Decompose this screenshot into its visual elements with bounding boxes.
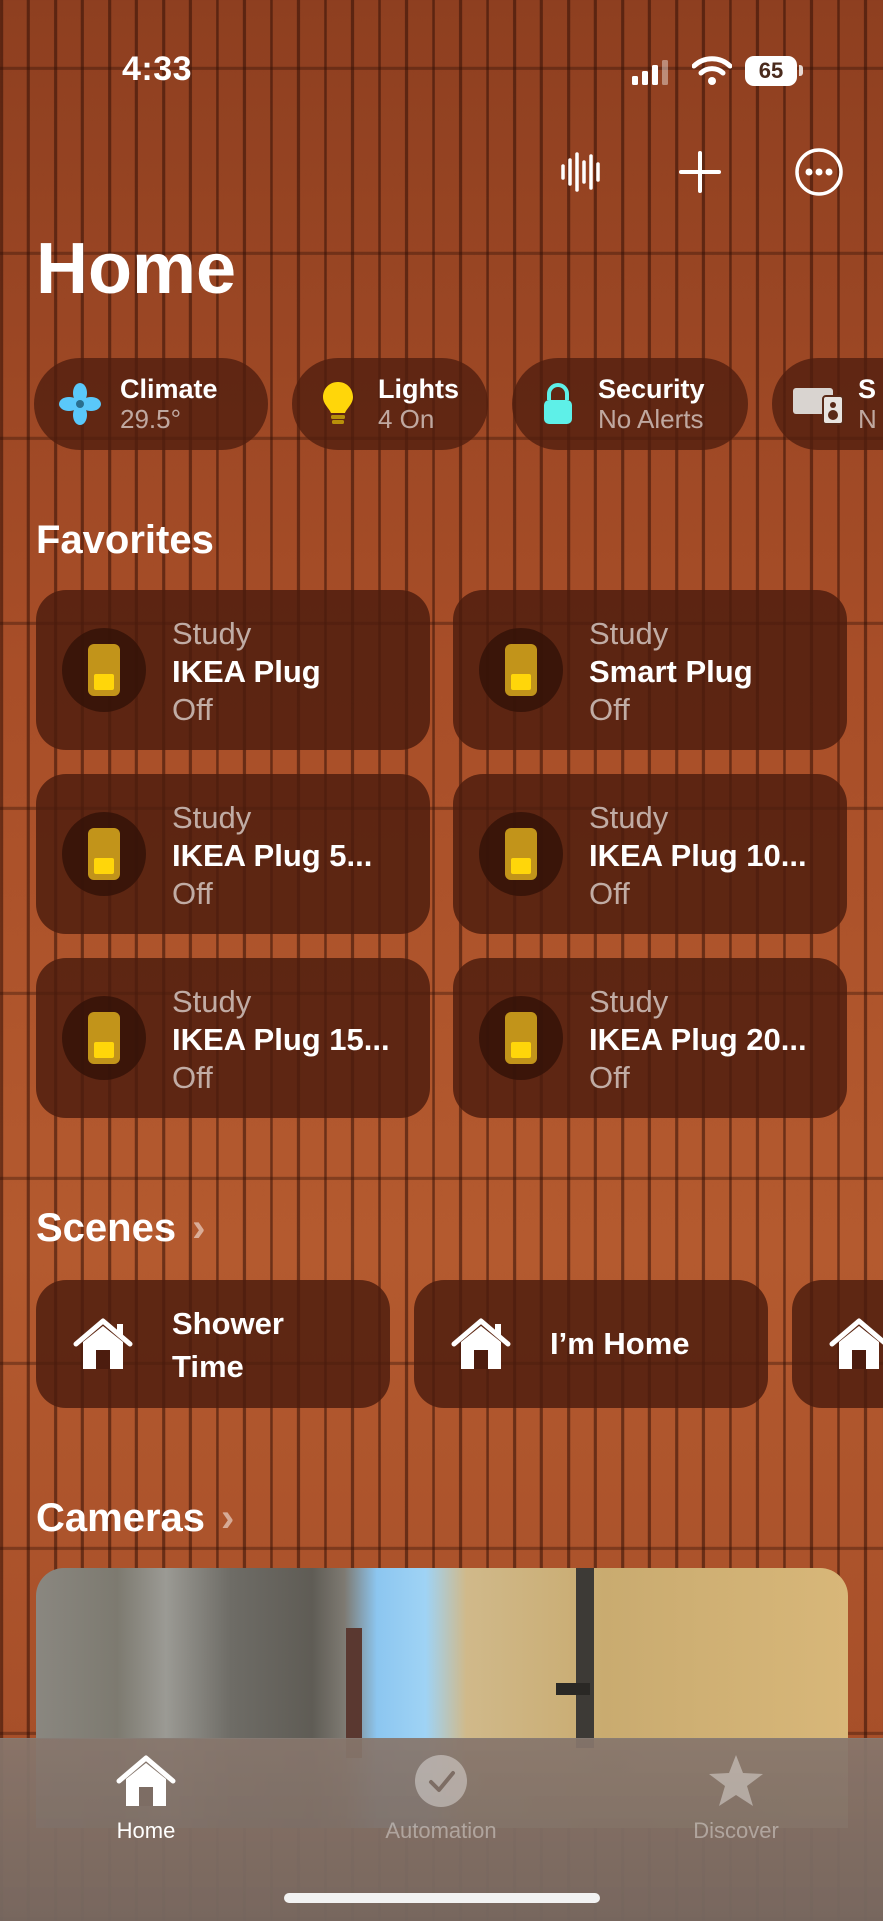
scene-label: Shower Time xyxy=(172,1302,284,1389)
tile-state: Off xyxy=(589,1060,630,1095)
chip-value: No Alerts xyxy=(598,403,704,434)
plug-icon[interactable] xyxy=(479,996,563,1080)
chip-label: Security xyxy=(598,373,705,404)
status-time: 4:33 xyxy=(122,50,193,88)
tab-discover[interactable]: Discover xyxy=(656,1753,816,1844)
clock-icon xyxy=(415,1755,467,1807)
voice-button[interactable] xyxy=(550,140,614,204)
tile-room: Study xyxy=(589,984,669,1019)
plug-icon[interactable] xyxy=(479,628,563,712)
house-icon xyxy=(116,1755,176,1806)
tab-home[interactable]: Home xyxy=(66,1753,226,1844)
house-icon xyxy=(829,1318,883,1369)
favorite-tile[interactable]: Study IKEA Plug Off xyxy=(36,590,430,750)
chip-lights[interactable]: Lights 4 On xyxy=(292,358,488,450)
scene-tile[interactable]: I’m Home xyxy=(414,1280,768,1408)
tile-room: Study xyxy=(589,800,669,835)
scene-tile[interactable] xyxy=(792,1280,883,1408)
tile-room: Study xyxy=(172,984,252,1019)
scene-label-line1: Shower xyxy=(172,1306,284,1341)
tile-name: IKEA Plug 10... xyxy=(589,838,807,873)
fan-icon xyxy=(50,374,110,434)
chip-label: S xyxy=(858,373,877,404)
speaker-tv-icon xyxy=(788,374,848,434)
tile-name: IKEA Plug 15... xyxy=(172,1022,390,1057)
house-icon xyxy=(451,1318,511,1369)
home-indicator[interactable] xyxy=(284,1893,600,1903)
tile-name: IKEA Plug 20... xyxy=(589,1022,807,1057)
waveform-icon xyxy=(561,152,600,192)
tile-room: Study xyxy=(172,800,252,835)
tile-name: Smart Plug xyxy=(589,654,753,689)
tile-room: Study xyxy=(172,616,252,651)
tab-label: Discover xyxy=(693,1818,779,1843)
lock-icon xyxy=(528,374,588,434)
chip-speakers-tvs[interactable]: S N xyxy=(772,358,883,450)
chevron-right-icon: › xyxy=(221,1496,235,1540)
cellular-signal-icon xyxy=(632,60,668,85)
tile-name: IKEA Plug xyxy=(172,654,321,689)
plug-icon[interactable] xyxy=(62,812,146,896)
scenes-heading[interactable]: Scenes › xyxy=(36,1206,205,1251)
favorite-tile[interactable]: Study IKEA Plug 15... Off xyxy=(36,958,430,1118)
tile-state: Off xyxy=(589,692,630,727)
ellipsis-circle-icon xyxy=(795,148,843,196)
more-button[interactable] xyxy=(787,140,851,204)
page-title: Home xyxy=(36,229,237,309)
tile-state: Off xyxy=(172,876,213,911)
star-icon xyxy=(709,1755,763,1806)
tile-state: Off xyxy=(172,1060,213,1095)
battery-indicator: 65 xyxy=(745,56,797,86)
tab-label: Automation xyxy=(385,1818,497,1843)
house-icon xyxy=(73,1318,133,1369)
chip-label: Climate xyxy=(120,373,218,404)
tile-room: Study xyxy=(589,616,669,651)
favorites-heading: Favorites xyxy=(36,518,214,562)
cameras-heading[interactable]: Cameras › xyxy=(36,1496,234,1541)
category-chips: Climate 29.5° Lights 4 On Security No Al… xyxy=(34,358,883,453)
favorite-tile[interactable]: Study IKEA Plug 20... Off xyxy=(453,958,847,1118)
tile-state: Off xyxy=(589,876,630,911)
battery-nub xyxy=(799,65,803,76)
scene-tile[interactable]: Shower Time xyxy=(36,1280,390,1408)
tab-automation[interactable]: Automation xyxy=(361,1753,521,1844)
tile-name: IKEA Plug 5... xyxy=(172,838,373,873)
scene-label: I’m Home xyxy=(550,1326,690,1361)
scene-label-line2: Time xyxy=(172,1349,244,1385)
scenes-title: Scenes xyxy=(36,1206,177,1250)
plug-icon[interactable] xyxy=(479,812,563,896)
chip-value: 29.5° xyxy=(120,403,182,434)
add-button[interactable] xyxy=(668,140,732,204)
chip-value: 4 On xyxy=(378,403,435,434)
plus-icon xyxy=(679,151,721,193)
wifi-icon xyxy=(692,56,732,85)
favorite-tile[interactable]: Study IKEA Plug 5... Off xyxy=(36,774,430,934)
chip-climate[interactable]: Climate 29.5° xyxy=(34,358,268,450)
chip-value: N xyxy=(858,403,877,434)
tab-label: Home xyxy=(116,1818,176,1843)
plug-icon[interactable] xyxy=(62,628,146,712)
plug-icon[interactable] xyxy=(62,996,146,1080)
chip-security[interactable]: Security No Alerts xyxy=(512,358,748,450)
lightbulb-icon xyxy=(308,374,368,434)
cameras-title: Cameras xyxy=(36,1496,206,1540)
tile-state: Off xyxy=(172,692,213,727)
favorite-tile[interactable]: Study IKEA Plug 10... Off xyxy=(453,774,847,934)
chip-label: Lights xyxy=(378,373,459,404)
chevron-right-icon: › xyxy=(192,1206,206,1250)
favorite-tile[interactable]: Study Smart Plug Off xyxy=(453,590,847,750)
